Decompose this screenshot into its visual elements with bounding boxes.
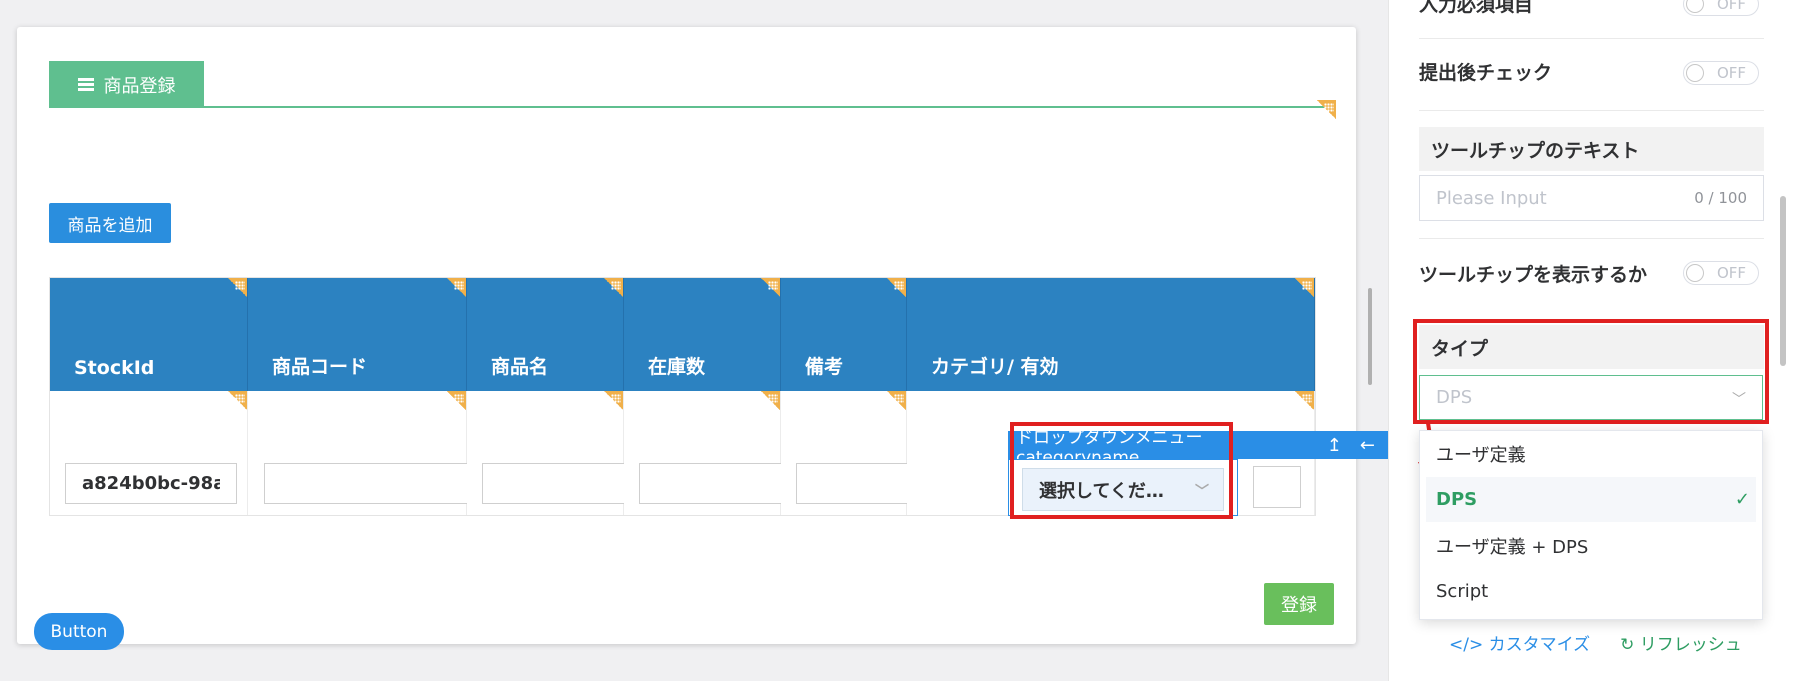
- required-label: 入力必須項目: [1419, 0, 1534, 16]
- panel-footer: </> カスタマイズ ↻ リフレッシュ: [1449, 630, 1742, 655]
- refresh-link[interactable]: ↻ リフレッシュ: [1620, 630, 1742, 655]
- column-header-product-code[interactable]: 商品コード: [248, 278, 467, 391]
- resize-handle-icon[interactable]: [604, 278, 623, 297]
- product-code-field[interactable]: [264, 463, 483, 504]
- enabled-field[interactable]: [1253, 466, 1301, 508]
- tooltip-text-input[interactable]: [1420, 176, 1700, 220]
- required-toggle[interactable]: OFF: [1683, 0, 1759, 16]
- resize-handle-icon[interactable]: [761, 278, 780, 297]
- select-parent-icon[interactable]: ↥: [1327, 435, 1342, 456]
- resize-handle-icon[interactable]: [1295, 278, 1314, 297]
- type-dropdown-menu: ユーザ定義 DPS ✓ ユーザ定義 + DPS Script: [1419, 430, 1763, 620]
- check-after-submit-toggle[interactable]: OFF: [1683, 61, 1759, 85]
- resize-handle-icon[interactable]: [761, 391, 780, 410]
- tooltip-text-field[interactable]: 0 / 100: [1419, 175, 1764, 221]
- form-title: 商品登録: [103, 75, 176, 97]
- move-left-icon[interactable]: ←: [1360, 435, 1375, 456]
- check-icon: ✓: [1734, 489, 1750, 510]
- properties-panel: 入力必須項目 OFF 提出後チェック OFF ツールチップのテキスト 0 / 1…: [1388, 0, 1798, 681]
- char-count: 0 / 100: [1694, 189, 1747, 207]
- dropdown-option-dps[interactable]: DPS ✓: [1426, 477, 1756, 522]
- stockid-field[interactable]: [65, 463, 237, 504]
- submit-button[interactable]: 登録: [1264, 583, 1334, 625]
- title-underline: [204, 106, 1331, 108]
- resize-handle-icon[interactable]: [447, 391, 466, 410]
- resize-handle-icon[interactable]: [447, 278, 466, 297]
- show-tooltip-label: ツールチップを表示するか: [1419, 264, 1648, 286]
- form-canvas: 商品登録 商品を追加 StockId 商品コード 商品名 在庫数 備考 カテゴリ…: [17, 27, 1356, 644]
- toggle-knob: [1686, 0, 1704, 13]
- resize-handle-icon[interactable]: [604, 391, 623, 410]
- column-header-stock-count[interactable]: 在庫数: [624, 278, 781, 391]
- column-header-product-name[interactable]: 商品名: [467, 278, 624, 391]
- table-cell: [50, 391, 248, 515]
- pill-button[interactable]: Button: [34, 613, 124, 650]
- canvas-scrollbar[interactable]: [1368, 288, 1372, 385]
- code-icon: </>: [1449, 635, 1489, 655]
- check-after-submit-label: 提出後チェック: [1419, 62, 1553, 84]
- highlight-box: [1010, 422, 1233, 519]
- column-header-category[interactable]: カテゴリ/ 有効: [907, 278, 1315, 391]
- dropdown-option-user-defined[interactable]: ユーザ定義: [1420, 431, 1762, 476]
- resize-handle-icon[interactable]: [228, 391, 247, 410]
- tooltip-text-header: ツールチップのテキスト: [1419, 127, 1764, 171]
- resize-handle-icon[interactable]: [887, 278, 906, 297]
- resize-handle-icon[interactable]: [1317, 100, 1336, 119]
- resize-handle-icon[interactable]: [228, 278, 247, 297]
- dropdown-option-script[interactable]: Script: [1420, 569, 1762, 614]
- column-header-stockid[interactable]: StockId: [50, 278, 248, 391]
- divider: [1419, 238, 1764, 239]
- dropdown-option-user-defined-dps[interactable]: ユーザ定義 + DPS: [1420, 523, 1762, 568]
- customize-link[interactable]: </> カスタマイズ: [1449, 630, 1590, 655]
- product-name-field[interactable]: [482, 463, 631, 504]
- form-title-tab[interactable]: 商品登録: [49, 61, 204, 108]
- toggle-knob: [1686, 64, 1704, 82]
- stock-count-field[interactable]: [639, 463, 788, 504]
- resize-handle-icon[interactable]: [1295, 391, 1314, 410]
- table-cell: [467, 391, 631, 515]
- refresh-icon: ↻: [1620, 635, 1640, 655]
- divider: [1419, 38, 1764, 39]
- divider: [1419, 110, 1764, 111]
- show-tooltip-toggle[interactable]: OFF: [1683, 261, 1759, 285]
- panel-scrollbar[interactable]: [1780, 196, 1786, 366]
- menu-icon: [77, 76, 94, 93]
- table-cell: [624, 391, 788, 515]
- notes-field[interactable]: [796, 463, 909, 504]
- table-cell: [248, 391, 483, 515]
- toggle-knob: [1686, 264, 1704, 282]
- highlight-box: [1413, 319, 1769, 424]
- resize-handle-icon[interactable]: [887, 391, 906, 410]
- add-product-button[interactable]: 商品を追加: [49, 203, 171, 243]
